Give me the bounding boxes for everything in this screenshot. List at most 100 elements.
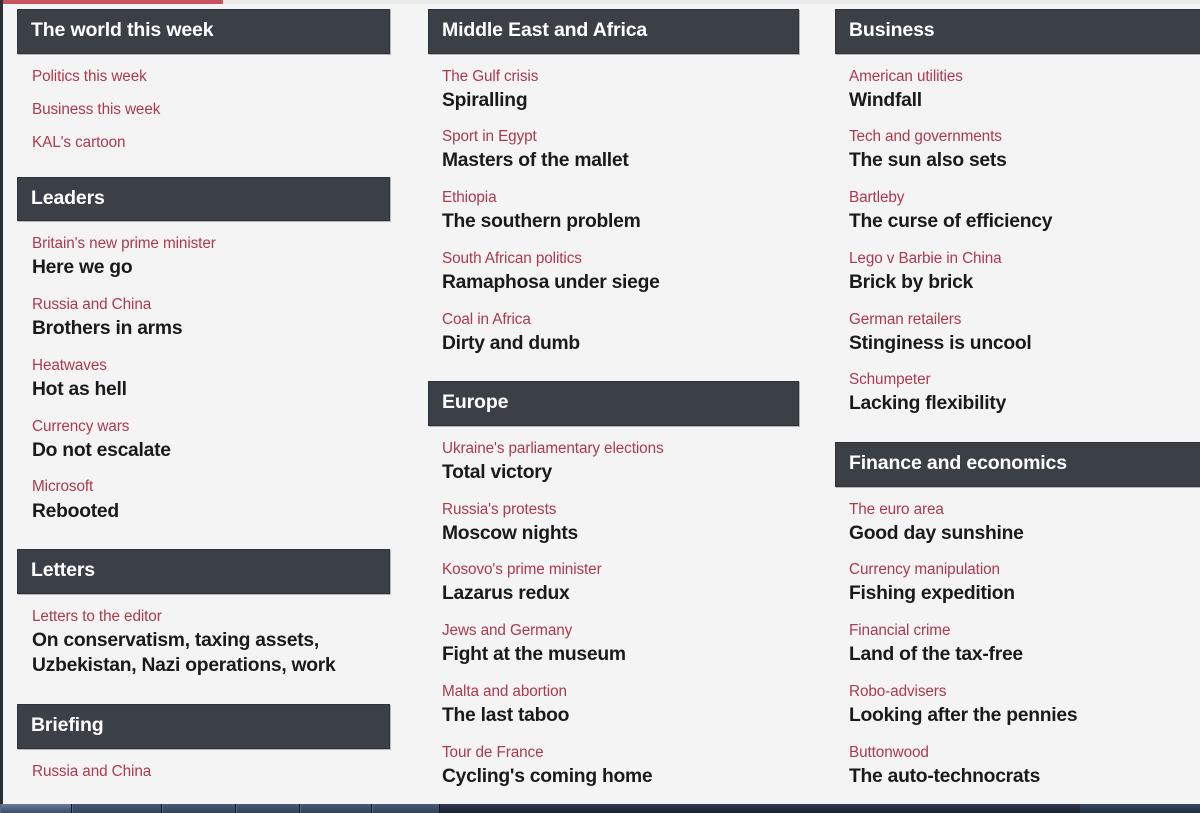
section-header[interactable]: Middle East and Africa bbox=[428, 9, 799, 54]
article-entry[interactable]: Malta and abortion The last taboo bbox=[421, 668, 796, 729]
article-headline-link[interactable]: The sun also sets bbox=[828, 148, 1197, 174]
article-entry[interactable]: Heatwaves Hot as hell bbox=[10, 342, 390, 403]
section-header[interactable]: Europe bbox=[428, 381, 799, 426]
article-headline-link[interactable]: Brothers in arms bbox=[10, 316, 390, 342]
article-headline-link[interactable]: Cycling's coming home bbox=[421, 764, 796, 790]
os-taskbar[interactable] bbox=[0, 804, 1200, 813]
article-flytitle-link[interactable]: Bartleby bbox=[828, 188, 1197, 207]
article-headline-link[interactable]: Good day sunshine bbox=[828, 521, 1197, 547]
article-flytitle-link[interactable]: Financial crime bbox=[828, 621, 1197, 640]
article-entry[interactable]: South African politics Ramaphosa under si… bbox=[421, 235, 796, 296]
taskbar-window-button[interactable] bbox=[300, 804, 372, 813]
article-headline-link[interactable]: Spiralling bbox=[421, 88, 796, 114]
article-entry[interactable]: Jews and Germany Fight at the museum bbox=[421, 607, 796, 668]
article-flytitle-link[interactable]: KAL's cartoon bbox=[10, 133, 390, 152]
taskbar-system-tray[interactable] bbox=[1080, 804, 1200, 813]
article-flytitle-link[interactable]: Tech and governments bbox=[828, 127, 1197, 146]
article-flytitle-link[interactable]: Ukraine's parliamentary elections bbox=[421, 439, 796, 458]
article-entry[interactable]: The Gulf crisis Spiralling bbox=[421, 54, 796, 114]
article-flytitle-link[interactable]: Schumpeter bbox=[828, 370, 1197, 389]
article-headline-link[interactable]: The auto-technocrats bbox=[828, 764, 1197, 790]
article-entry[interactable]: Microsoft Rebooted bbox=[10, 463, 390, 524]
article-entry[interactable]: Tech and governments The sun also sets bbox=[828, 113, 1197, 174]
article-flytitle-link[interactable]: The Gulf crisis bbox=[421, 67, 796, 86]
article-headline-link[interactable]: Ramaphosa under siege bbox=[421, 270, 796, 296]
article-flytitle-link[interactable]: Politics this week bbox=[10, 67, 390, 86]
article-headline-link[interactable]: Looking after the pennies bbox=[828, 703, 1197, 729]
article-entry[interactable]: Politics this week bbox=[10, 54, 390, 86]
article-entry[interactable]: Lego v Barbie in China Brick by brick bbox=[828, 235, 1197, 296]
article-entry[interactable]: Ethiopia The southern problem bbox=[421, 174, 796, 235]
article-entry[interactable]: Robo-advisers Looking after the pennies bbox=[828, 668, 1197, 729]
article-entry[interactable]: Kosovo's prime minister Lazarus redux bbox=[421, 546, 796, 607]
article-entry[interactable]: American utilities Windfall bbox=[828, 54, 1197, 114]
article-flytitle-link[interactable]: Lego v Barbie in China bbox=[828, 249, 1197, 268]
article-headline-link[interactable]: Lacking flexibility bbox=[828, 391, 1197, 417]
article-headline-link[interactable]: Lazarus redux bbox=[421, 581, 796, 607]
article-flytitle-link[interactable]: Ethiopia bbox=[421, 188, 796, 207]
section-header[interactable]: Business bbox=[835, 9, 1200, 54]
taskbar-window-button[interactable] bbox=[72, 804, 162, 813]
article-flytitle-link[interactable]: Currency wars bbox=[10, 417, 390, 436]
article-flytitle-link[interactable]: Coal in Africa bbox=[421, 310, 796, 329]
article-headline-link[interactable]: Total victory bbox=[421, 460, 796, 486]
article-entry[interactable]: The euro area Good day sunshine bbox=[828, 487, 1197, 547]
article-flytitle-link[interactable]: The euro area bbox=[828, 500, 1197, 519]
taskbar-window-button[interactable] bbox=[236, 804, 300, 813]
article-flytitle-link[interactable]: Currency manipulation bbox=[828, 560, 1197, 579]
article-flytitle-link[interactable]: Letters to the editor bbox=[10, 607, 390, 626]
article-flytitle-link[interactable]: American utilities bbox=[828, 67, 1197, 86]
article-headline-link[interactable]: Here we go bbox=[10, 255, 390, 281]
article-flytitle-link[interactable]: South African politics bbox=[421, 249, 796, 268]
article-entry[interactable]: KAL's cartoon bbox=[10, 119, 390, 152]
article-headline-link[interactable]: Brick by brick bbox=[828, 270, 1197, 296]
section-header[interactable]: The world this week bbox=[17, 9, 390, 54]
article-headline-link[interactable]: Dirty and dumb bbox=[421, 331, 796, 357]
article-flytitle-link[interactable]: Jews and Germany bbox=[421, 621, 796, 640]
article-entry[interactable]: Letters to the editor On conservatism, ta… bbox=[10, 594, 390, 679]
article-entry[interactable]: Coal in Africa Dirty and dumb bbox=[421, 296, 796, 357]
article-headline-link[interactable]: The southern problem bbox=[421, 209, 796, 235]
article-flytitle-link[interactable]: Russia's protests bbox=[421, 500, 796, 519]
article-entry[interactable]: Buttonwood The auto-technocrats bbox=[828, 729, 1197, 790]
article-headline-link[interactable]: The last taboo bbox=[421, 703, 796, 729]
taskbar-start-button[interactable] bbox=[0, 804, 72, 813]
article-flytitle-link[interactable]: Tour de France bbox=[421, 743, 796, 762]
article-flytitle-link[interactable]: Sport in Egypt bbox=[421, 127, 796, 146]
section-header[interactable]: Letters bbox=[17, 549, 390, 594]
article-entry[interactable]: Schumpeter Lacking flexibility bbox=[828, 356, 1197, 417]
article-entry[interactable]: Sport in Egypt Masters of the mallet bbox=[421, 113, 796, 174]
article-entry[interactable]: Britain's new prime minister Here we go bbox=[10, 221, 390, 281]
article-flytitle-link[interactable]: Heatwaves bbox=[10, 356, 390, 375]
article-flytitle-link[interactable]: Buttonwood bbox=[828, 743, 1197, 762]
article-headline-link[interactable]: The curse of efficiency bbox=[828, 209, 1197, 235]
article-entry[interactable]: Ukraine's parliamentary elections Total v… bbox=[421, 426, 796, 486]
article-headline-link[interactable]: Masters of the mallet bbox=[421, 148, 796, 174]
article-flytitle-link[interactable]: Kosovo's prime minister bbox=[421, 560, 796, 579]
article-entry[interactable]: Currency wars Do not escalate bbox=[10, 403, 390, 464]
article-headline-link[interactable]: Stinginess is uncool bbox=[828, 331, 1197, 357]
article-flytitle-link[interactable]: Business this week bbox=[10, 100, 390, 119]
article-headline-link[interactable]: Fishing expedition bbox=[828, 581, 1197, 607]
section-header[interactable]: Leaders bbox=[17, 176, 390, 222]
article-headline-link[interactable]: Do not escalate bbox=[10, 438, 390, 464]
section-header[interactable]: Finance and economics bbox=[835, 442, 1200, 487]
article-flytitle-link[interactable]: Robo-advisers bbox=[828, 682, 1197, 701]
article-entry[interactable]: Financial crime Land of the tax-free bbox=[828, 607, 1197, 668]
article-flytitle-link[interactable]: Russia and China bbox=[10, 762, 390, 781]
article-entry[interactable]: Russia's protests Moscow nights bbox=[421, 486, 796, 547]
article-headline-link[interactable]: Hot as hell bbox=[10, 377, 390, 403]
article-entry[interactable]: Tour de France Cycling's coming home bbox=[421, 729, 796, 790]
article-entry[interactable]: Currency manipulation Fishing expedition bbox=[828, 546, 1197, 607]
article-entry[interactable]: German retailers Stinginess is uncool bbox=[828, 296, 1197, 357]
article-headline-link[interactable]: Windfall bbox=[828, 88, 1197, 114]
article-headline-link[interactable]: Fight at the museum bbox=[421, 642, 796, 668]
article-entry[interactable]: Business this week bbox=[10, 86, 390, 119]
taskbar-window-button[interactable] bbox=[162, 804, 236, 813]
article-flytitle-link[interactable]: Microsoft bbox=[10, 477, 390, 496]
article-headline-link[interactable]: Land of the tax-free bbox=[828, 642, 1197, 668]
article-headline-link[interactable]: On conservatism, taxing assets, Uzbekist… bbox=[10, 628, 390, 679]
article-entry[interactable]: Bartleby The curse of efficiency bbox=[828, 174, 1197, 235]
section-header[interactable]: Briefing bbox=[17, 704, 390, 749]
article-flytitle-link[interactable]: German retailers bbox=[828, 310, 1197, 329]
